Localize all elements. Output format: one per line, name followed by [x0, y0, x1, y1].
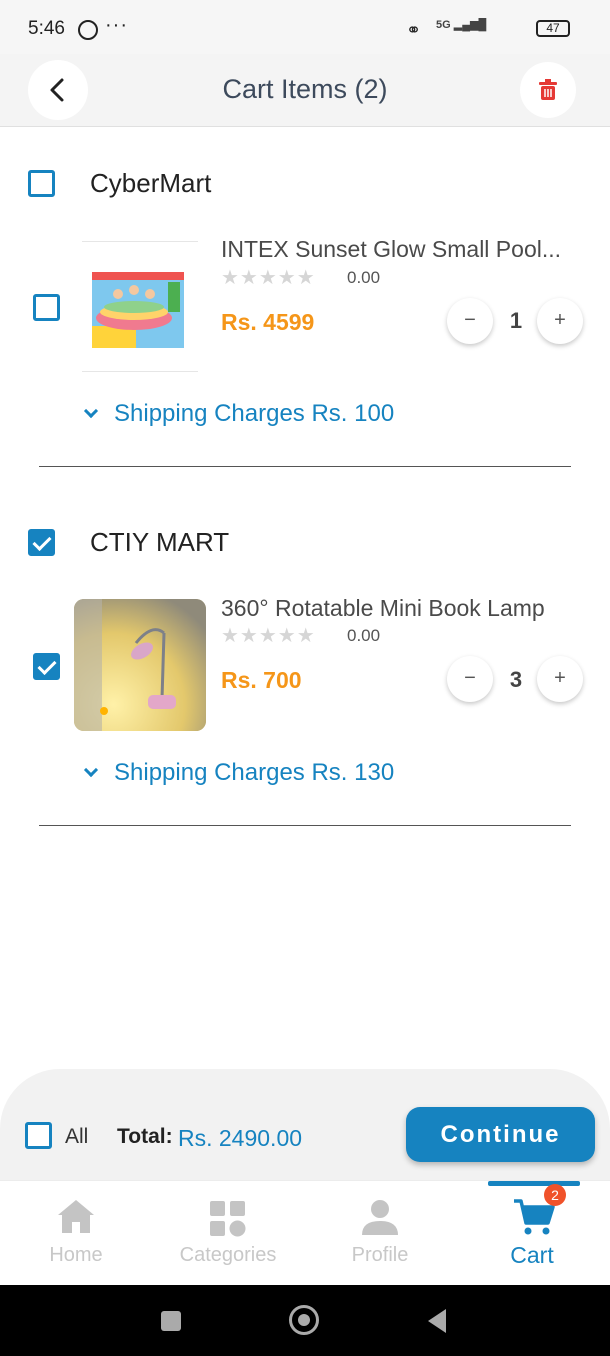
rating-stars-icon: ★★★★★	[221, 267, 316, 289]
nav-item-categories[interactable]: Categories	[152, 1181, 304, 1286]
select-all-checkbox[interactable]	[25, 1122, 52, 1149]
vendor-name: CTIY MART	[90, 527, 230, 557]
select-all-label: All	[65, 1125, 89, 1148]
checkout-panel: All Total: Rs. 2490.00 Continue	[0, 1069, 610, 1180]
trash-icon	[539, 79, 557, 100]
nav-item-home[interactable]: Home	[0, 1181, 152, 1286]
active-tab-indicator	[488, 1181, 580, 1186]
page-title: Cart Items (2)	[222, 74, 388, 104]
vendor-checkbox[interactable]	[28, 529, 55, 556]
product-name[interactable]: 360° Rotatable Mini Book Lamp	[221, 595, 596, 622]
home-button-icon[interactable]	[289, 1305, 319, 1335]
divider	[39, 825, 571, 826]
increase-quantity-button[interactable]: +	[537, 656, 583, 702]
product-image[interactable]	[82, 241, 198, 372]
rating-value: 0.00	[347, 268, 381, 287]
nav-item-cart[interactable]: Cart	[456, 1181, 608, 1286]
back-triangle-icon[interactable]	[428, 1309, 446, 1333]
app-bar: Cart Items (2)	[0, 54, 610, 127]
item-checkbox[interactable]	[33, 294, 60, 321]
quantity-value: 1	[509, 308, 523, 333]
nav-label: Cart	[510, 1242, 554, 1268]
vendor-checkbox[interactable]	[28, 170, 55, 197]
link-icon: ⚭	[406, 20, 422, 40]
cart-count-badge: 2	[544, 1184, 566, 1206]
nav-label: Categories	[179, 1244, 277, 1266]
product-price: Rs. 700	[221, 667, 302, 693]
decrease-quantity-button[interactable]: −	[447, 656, 493, 702]
product-image[interactable]	[74, 599, 206, 731]
more-notifications-icon: ···	[105, 14, 128, 36]
whatsapp-icon	[78, 20, 98, 40]
decrease-quantity-button[interactable]: −	[447, 298, 493, 344]
signal-icon: 5G ▂▄▆█	[436, 19, 487, 31]
product-price: Rs. 4599	[221, 309, 315, 335]
continue-button[interactable]: Continue	[406, 1107, 595, 1162]
shipping-charges-toggle[interactable]: Shipping Charges Rs. 100	[83, 400, 395, 428]
divider	[39, 466, 571, 467]
status-time: 5:46	[28, 18, 65, 39]
shipping-charges-toggle[interactable]: Shipping Charges Rs. 130	[83, 759, 395, 787]
delete-button[interactable]	[520, 62, 576, 118]
nav-label: Home	[49, 1244, 103, 1266]
nav-item-profile[interactable]: Profile	[304, 1181, 456, 1286]
product-name[interactable]: INTEX Sunset Glow Small Pool...	[221, 236, 596, 263]
status-bar: 5:46 ··· ⚭ 5G ▂▄▆█ 47	[0, 0, 610, 54]
vendor-name: CyberMart	[90, 168, 212, 198]
system-navigation-bar	[0, 1285, 610, 1356]
chevron-down-icon	[83, 403, 99, 419]
chevron-down-icon	[83, 762, 99, 778]
total-value: Rs. 2490.00	[178, 1125, 303, 1151]
shipping-charges-text: Shipping Charges Rs. 130	[114, 759, 395, 786]
rating-stars-icon: ★★★★★	[221, 625, 316, 647]
network-type: 5G	[436, 19, 451, 31]
total-label: Total:	[117, 1125, 173, 1148]
battery-icon: 47	[536, 20, 570, 37]
person-icon	[362, 1200, 398, 1235]
pool-product-image	[92, 272, 184, 348]
item-checkbox[interactable]	[33, 653, 60, 680]
increase-quantity-button[interactable]: +	[537, 298, 583, 344]
shipping-charges-text: Shipping Charges Rs. 100	[114, 400, 395, 427]
lamp-product-image	[74, 599, 206, 731]
bottom-navigation: Home Categories Profile Cart	[0, 1180, 610, 1285]
quantity-value: 3	[509, 667, 523, 692]
grid-icon	[210, 1201, 246, 1237]
home-icon	[58, 1200, 94, 1233]
rating-value: 0.00	[347, 626, 381, 645]
recent-apps-icon[interactable]	[161, 1311, 181, 1331]
nav-label: Profile	[351, 1244, 409, 1266]
